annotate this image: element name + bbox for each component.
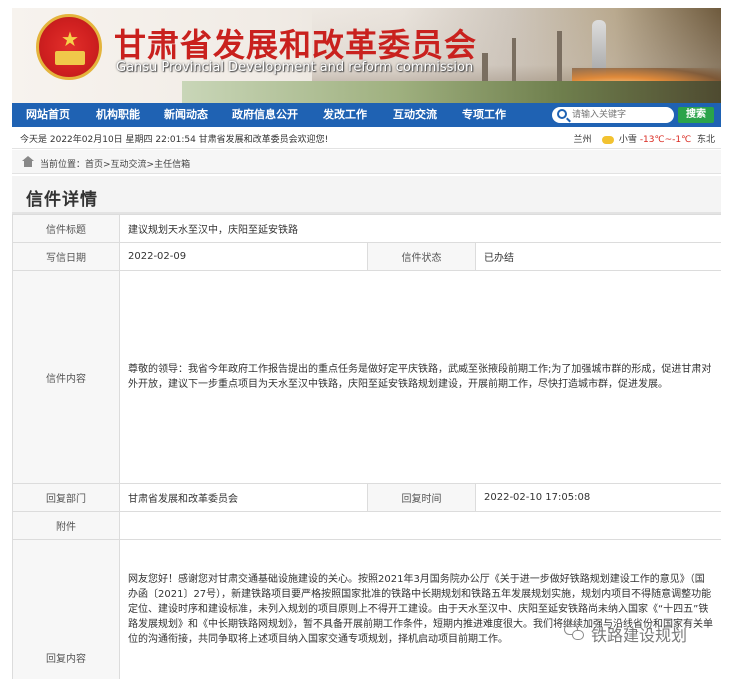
nav-work[interactable]: 发改工作 <box>323 103 367 127</box>
breadcrumb-path[interactable]: 首页>互动交流>主任信箱 <box>85 160 190 170</box>
watermark: 铁路建设规划 <box>591 626 688 645</box>
search-box <box>552 107 674 123</box>
weather-info: 兰州 小雪 -13℃~-1℃ 东北 <box>573 132 715 145</box>
letter-date: 2022-02-09 <box>119 242 368 271</box>
letter-subject: 建议规划天水至汉中，庆阳至延安铁路 <box>118 214 721 243</box>
breadcrumb: 当前位置：首页>互动交流>主任信箱 <box>12 150 721 174</box>
attachment-value <box>118 511 721 540</box>
letter-status: 已办结 <box>474 242 721 271</box>
label-reply-time: 回复时间 <box>367 483 476 512</box>
national-emblem-icon: ★ <box>36 14 102 80</box>
date-bar: 今天是 2022年02月10日 星期四 22:01:54 甘肃省发展和改革委员会… <box>12 127 721 149</box>
search-input[interactable] <box>572 108 670 122</box>
ground-decoration <box>182 81 721 103</box>
reply-time: 2022-02-10 17:05:08 <box>474 483 721 512</box>
label-reply-content: 回复内容 <box>12 539 120 679</box>
main-nav: 网站首页 机构职能 新闻动态 政府信息公开 发改工作 互动交流 专项工作 搜索 <box>12 103 721 127</box>
detail-title: 信件详情 <box>26 190 98 210</box>
weather-icon <box>602 135 615 144</box>
table-row: 附件 <box>12 511 721 540</box>
weather-wind: 东北 <box>696 135 715 145</box>
label-date: 写信日期 <box>12 242 120 271</box>
table-row: 信件内容 尊敬的领导：我省今年政府工作报告提出的重点任务是做好定平庆铁路，武威至… <box>12 270 721 484</box>
table-row: 写信日期 2022-02-09 信件状态 已办结 <box>12 242 721 271</box>
table-row: 回复内容 网友您好！感谢您对甘肃交通基础设施建设的关心。按照2021年3月国务院… <box>12 539 721 679</box>
nav-news[interactable]: 新闻动态 <box>164 103 208 127</box>
detail-header: 信件详情 <box>12 176 721 214</box>
page: ★ 甘肃省发展和改革委员会 Gansu Provincial Developme… <box>12 8 721 679</box>
reply-dept: 甘肃省发展和改革委员会 <box>119 483 368 512</box>
site-subtitle: Gansu Provincial Development and reform … <box>116 60 474 75</box>
letter-content: 尊敬的领导：我省今年政府工作报告提出的重点任务是做好定平庆铁路，武威至张掖段前期… <box>118 270 721 484</box>
reply-content: 网友您好！感谢您对甘肃交通基础设施建设的关心。按照2021年3月国务院办公厅《关… <box>118 539 721 679</box>
home-icon <box>22 156 34 167</box>
weather-temp: -13℃~-1℃ <box>639 135 692 145</box>
nav-special[interactable]: 专项工作 <box>462 103 506 127</box>
nav-home[interactable]: 网站首页 <box>26 103 70 127</box>
label-status: 信件状态 <box>367 242 476 271</box>
label-subject: 信件标题 <box>12 214 120 243</box>
weather-condition: 小雪 <box>618 135 637 145</box>
table-row: 回复部门 甘肃省发展和改革委员会 回复时间 2022-02-10 17:05:0… <box>12 483 721 512</box>
current-date: 今天是 2022年02月10日 星期四 22:01:54 甘肃省发展和改革委员会… <box>20 135 329 145</box>
label-dept: 回复部门 <box>12 483 120 512</box>
label-attachment: 附件 <box>12 511 120 540</box>
letter-detail-table: 信件标题 建议规划天水至汉中，庆阳至延安铁路 写信日期 2022-02-09 信… <box>12 214 721 679</box>
weather-city: 兰州 <box>573 135 592 145</box>
table-row: 信件标题 建议规划天水至汉中，庆阳至延安铁路 <box>12 214 721 243</box>
header-banner: ★ 甘肃省发展和改革委员会 Gansu Provincial Developme… <box>12 8 721 103</box>
search-icon <box>557 109 567 119</box>
breadcrumb-prefix: 当前位置： <box>40 160 86 170</box>
nav-functions[interactable]: 机构职能 <box>96 103 140 127</box>
search-button[interactable]: 搜索 <box>678 107 714 123</box>
wechat-icon <box>564 624 586 642</box>
nav-interaction[interactable]: 互动交流 <box>393 103 437 127</box>
nav-gov-info[interactable]: 政府信息公开 <box>232 103 298 127</box>
label-content: 信件内容 <box>12 270 120 484</box>
